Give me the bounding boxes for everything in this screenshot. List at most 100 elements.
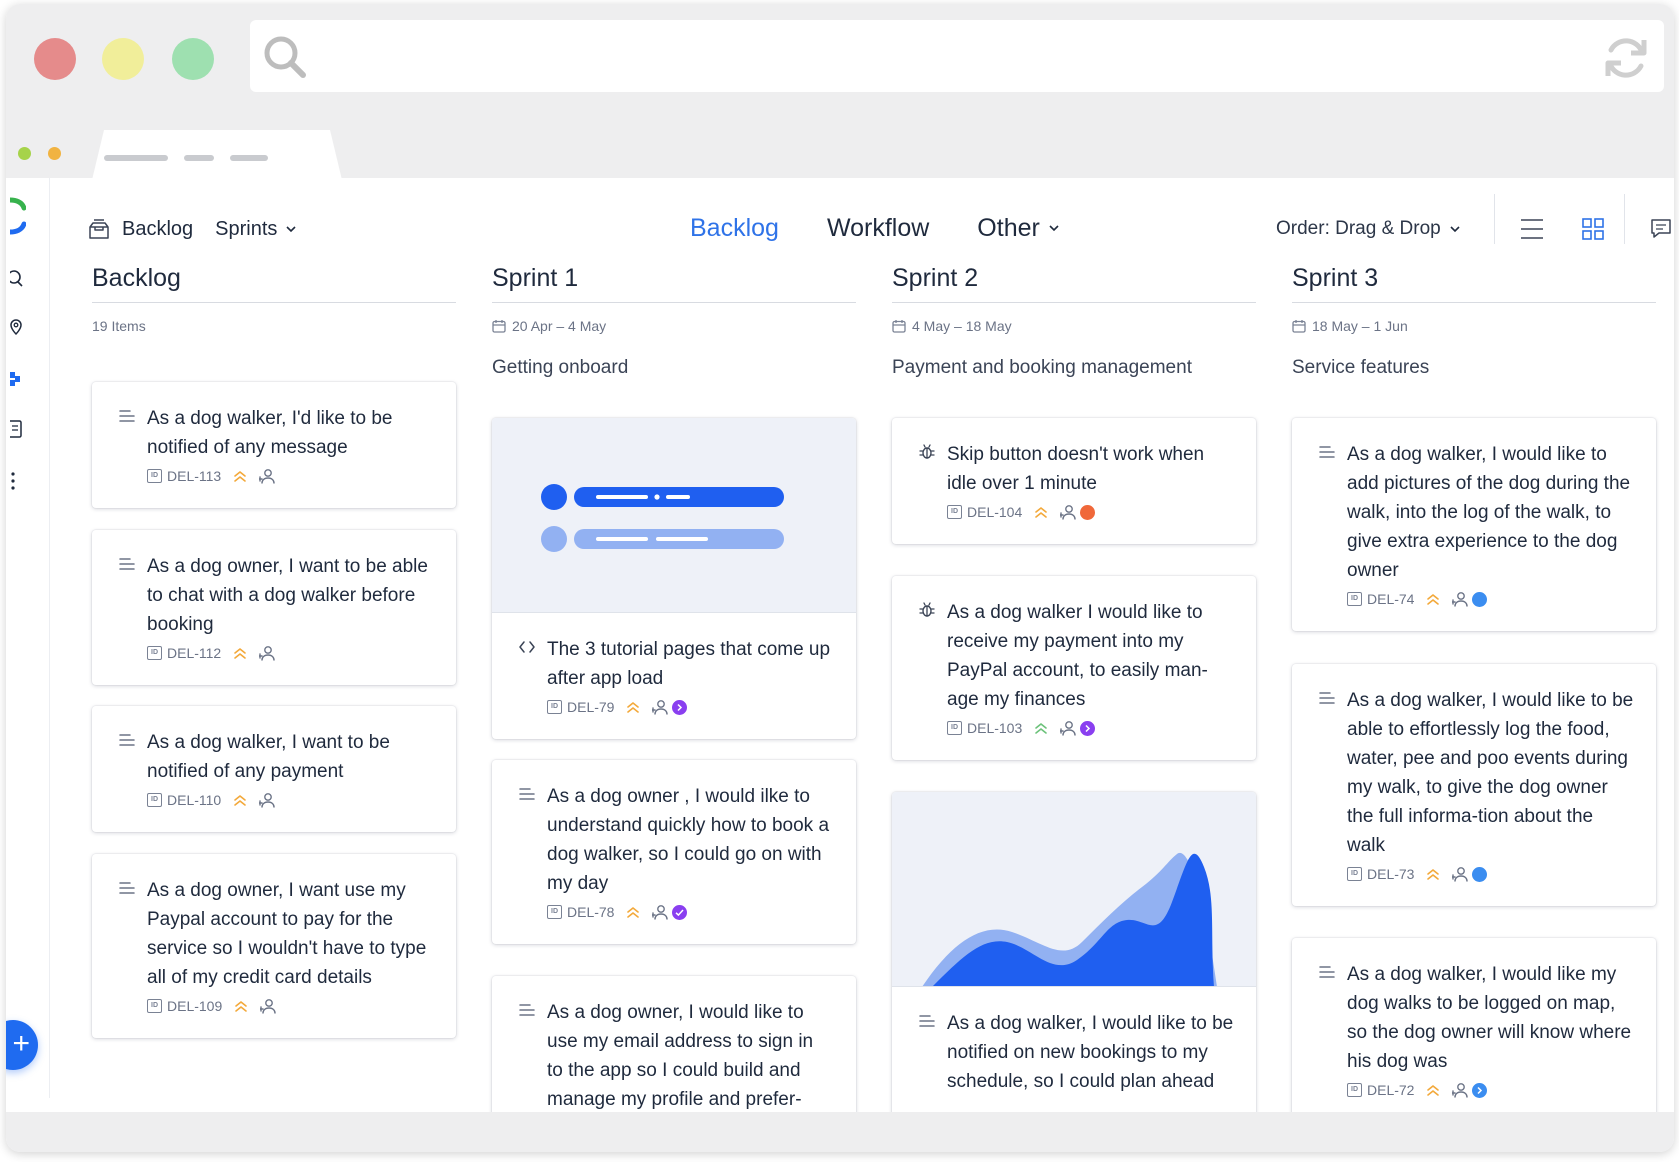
list-item[interactable]: As a dog owner, I want to be able to cha… [92, 530, 456, 685]
assign-user-icon[interactable] [652, 699, 668, 715]
list-item[interactable]: As a dog owner, I want use my Paypal acc… [92, 854, 456, 1038]
card-title: As a dog walker, I would like my dog wal… [1347, 964, 1632, 1072]
story-icon [919, 1013, 935, 1029]
assign-user-icon[interactable] [1060, 504, 1076, 520]
story-icon [519, 786, 535, 802]
comment-icon[interactable] [1650, 218, 1672, 240]
list-item[interactable]: As a dog walker I would like to receive … [892, 576, 1256, 760]
story-icon [119, 732, 135, 748]
assign-user-icon[interactable] [259, 645, 275, 661]
assign-user-icon[interactable] [1452, 1082, 1468, 1098]
list-view-icon[interactable] [1520, 218, 1544, 240]
status-indicator [1472, 866, 1488, 882]
list-item[interactable]: As a dog owner, I would like to use my e… [492, 976, 856, 1112]
left-rail [6, 178, 50, 1098]
story-icon [519, 1002, 535, 1018]
assign-user-icon[interactable] [1452, 591, 1468, 607]
id-icon: ID [1347, 867, 1362, 881]
sprint-goal: Getting onboard [492, 357, 629, 378]
check-icon [675, 908, 685, 916]
status-indicator [1080, 720, 1096, 736]
column-title: Sprint 1 [492, 264, 579, 292]
divider [1624, 194, 1625, 244]
id-icon: ID [1347, 592, 1362, 606]
tab-backlog[interactable]: Backlog [690, 214, 779, 243]
onboarding-illustration [541, 484, 784, 552]
calendar-icon [1292, 319, 1306, 333]
column-sprint-3: Sprint 3 18 May – 1 Jun Service features [1292, 264, 1656, 381]
document-icon[interactable] [10, 420, 24, 438]
assign-user-icon[interactable] [652, 904, 668, 920]
story-icon [119, 880, 135, 896]
priority-high-icon [233, 469, 247, 483]
maximize-window-button[interactable] [172, 38, 214, 80]
browser-window: + Backlog Sprints Backlog Workflow Other… [6, 4, 1674, 1152]
list-item[interactable]: As a dog walker, I would like my dog wal… [1292, 938, 1656, 1112]
sprint-date-range: 20 Apr – 4 May [512, 318, 607, 334]
list-item[interactable]: Skip button doesn't work when idle over … [892, 418, 1256, 544]
issue-id: DEL-109 [167, 998, 223, 1014]
id-icon: ID [947, 721, 962, 735]
issue-id: DEL-110 [167, 792, 222, 808]
story-icon [119, 556, 135, 572]
status-indicator [672, 904, 688, 920]
tab-other[interactable]: Other [977, 214, 1040, 243]
priority-high-icon [233, 646, 247, 660]
status-indicator [1472, 1082, 1488, 1098]
divider [492, 302, 856, 303]
id-icon: ID [147, 793, 162, 807]
assign-user-icon[interactable] [259, 468, 275, 484]
reload-icon[interactable] [1602, 34, 1650, 82]
issue-id: DEL-78 [567, 904, 615, 920]
list-item[interactable]: As a dog walker, I would like to be noti… [892, 792, 1256, 1112]
app-content: + Backlog Sprints Backlog Workflow Other… [6, 178, 1674, 1112]
location-icon[interactable] [10, 318, 24, 336]
calendar-icon [892, 319, 906, 333]
list-item[interactable]: The 3 tutorial pages that come up after … [492, 418, 856, 739]
chevron-right-icon [1477, 1086, 1483, 1094]
tab-title-placeholder [104, 155, 168, 161]
assign-user-icon[interactable] [259, 792, 275, 808]
sprints-dropdown[interactable]: Sprints [215, 218, 277, 241]
sprint-goal: Service features [1292, 357, 1430, 378]
list-item[interactable]: As a dog walker, I would like to be able… [1292, 664, 1656, 906]
list-item[interactable]: As a dog walker, I want to be notified o… [92, 706, 456, 832]
backlog-link[interactable]: Backlog [122, 218, 193, 241]
card-title: As a dog owner, I want to be able to cha… [147, 556, 428, 635]
assign-user-icon[interactable] [1452, 866, 1468, 882]
id-icon: ID [547, 905, 562, 919]
column-title: Backlog [92, 264, 181, 292]
calendar-icon [492, 319, 506, 333]
list-item[interactable]: As a dog walker, I would like to add pic… [1292, 418, 1656, 631]
tab-workflow[interactable]: Workflow [827, 214, 929, 243]
close-window-button[interactable] [34, 38, 76, 80]
order-dropdown[interactable]: Order: Drag & Drop [1276, 214, 1461, 244]
chevron-right-icon [677, 703, 683, 711]
sprint-goal: Payment and booking management [892, 357, 1192, 378]
divider [1292, 302, 1656, 303]
priority-high-icon [1426, 592, 1440, 606]
assign-user-icon[interactable] [260, 998, 276, 1014]
browser-toolbar [6, 4, 1674, 106]
board-icon[interactable] [10, 370, 24, 388]
issue-id: DEL-79 [567, 699, 615, 715]
sprint-date-range: 18 May – 1 Jun [1312, 318, 1408, 334]
search-icon[interactable] [10, 270, 24, 288]
minimize-window-button[interactable] [102, 38, 144, 80]
status-indicator [672, 699, 688, 715]
list-item[interactable]: As a dog walker, I'd like to be notified… [92, 382, 456, 508]
tab-title-placeholder [230, 155, 268, 161]
issue-id: DEL-72 [1367, 1082, 1415, 1098]
list-item[interactable]: As a dog owner , I would ilke to underst… [492, 760, 856, 944]
divider [892, 302, 1256, 303]
id-icon: ID [1347, 1083, 1362, 1097]
grid-view-icon[interactable] [1582, 218, 1604, 240]
assign-user-icon[interactable] [1060, 720, 1076, 736]
priority-high-icon [233, 793, 247, 807]
id-icon: ID [147, 999, 162, 1013]
more-icon[interactable] [10, 472, 24, 490]
logo-icon [10, 197, 26, 235]
address-bar[interactable] [250, 20, 1664, 92]
story-icon [1319, 964, 1335, 980]
status-indicator [1080, 504, 1096, 520]
